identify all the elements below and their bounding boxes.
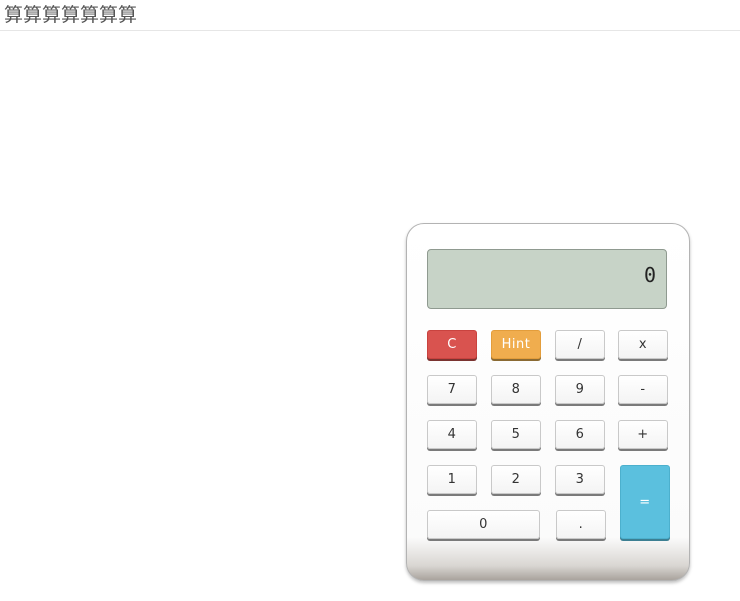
digit-0-button[interactable]: 0	[427, 510, 540, 539]
calculator: 0 C Hint / x 7 8 9 - 4 5 6 + 1 2 3 = 0 .	[406, 223, 690, 581]
digit-4-button[interactable]: 4	[427, 420, 477, 449]
equals-button[interactable]: =	[620, 465, 670, 539]
digit-6-button[interactable]: 6	[555, 420, 605, 449]
title-divider	[0, 30, 740, 31]
display-value: 0	[643, 263, 656, 287]
digit-5-button[interactable]: 5	[491, 420, 541, 449]
divide-button[interactable]: /	[555, 330, 605, 359]
hint-button[interactable]: Hint	[491, 330, 541, 359]
digit-8-button[interactable]: 8	[491, 375, 541, 404]
minus-button[interactable]: -	[618, 375, 668, 404]
digit-1-button[interactable]: 1	[427, 465, 477, 494]
calculator-display: 0	[427, 249, 667, 309]
page-title: 算算算算算算算	[4, 4, 138, 26]
digit-7-button[interactable]: 7	[427, 375, 477, 404]
digit-3-button[interactable]: 3	[555, 465, 605, 494]
digit-2-button[interactable]: 2	[491, 465, 541, 494]
decimal-button[interactable]: .	[556, 510, 606, 539]
plus-button[interactable]: +	[618, 420, 668, 449]
clear-button[interactable]: C	[427, 330, 477, 359]
digit-9-button[interactable]: 9	[555, 375, 605, 404]
multiply-button[interactable]: x	[618, 330, 668, 359]
